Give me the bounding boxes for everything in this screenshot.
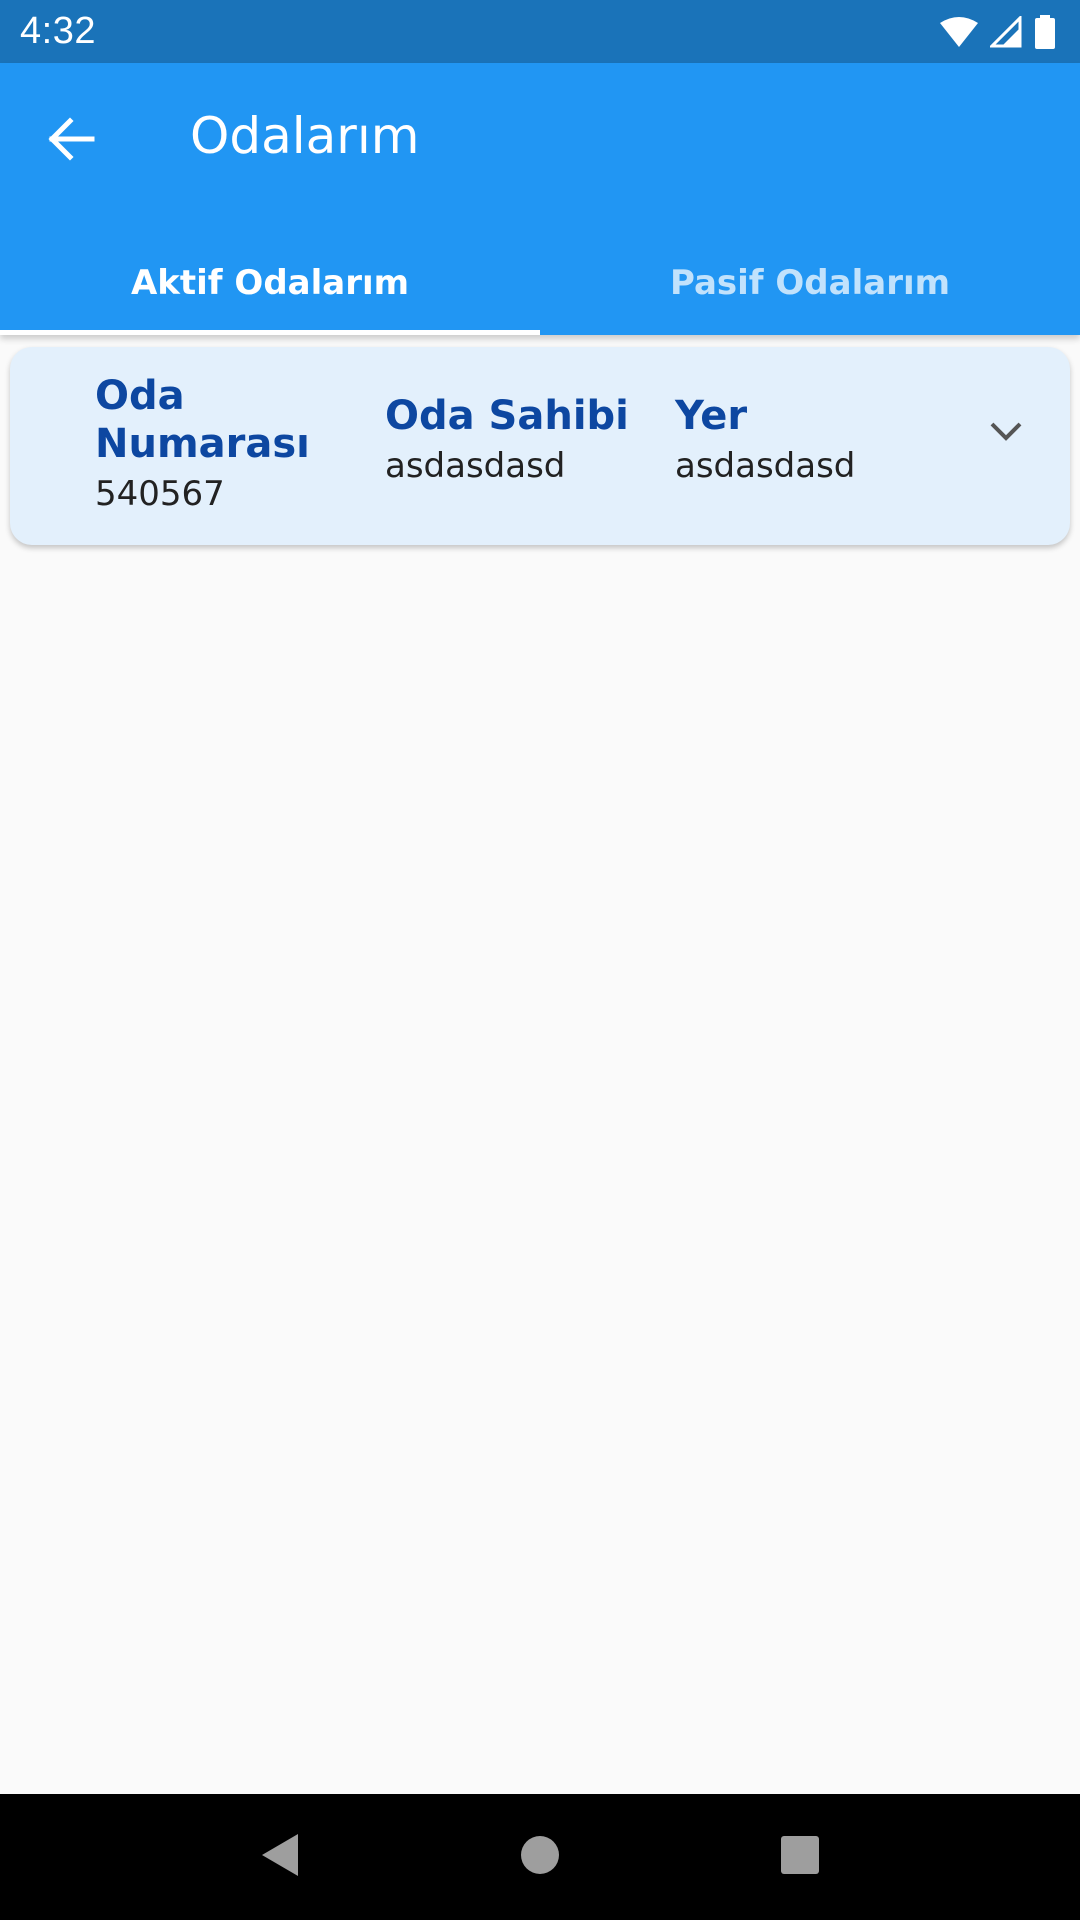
status-time: 4:32 — [20, 10, 96, 52]
home-circle-icon — [520, 1835, 560, 1880]
tab-bar: Aktif Odalarım Pasif Odalarım — [0, 231, 1080, 335]
place-value: asdasdasd — [675, 446, 856, 486]
nav-home-button[interactable] — [500, 1817, 580, 1897]
nav-back-button[interactable] — [240, 1817, 320, 1897]
owner-column: Oda Sahibi asdasdasd — [385, 392, 645, 490]
tab-passive-rooms[interactable]: Pasif Odalarım — [540, 231, 1080, 335]
status-bar: 4:32 — [0, 0, 1080, 63]
back-button[interactable] — [30, 99, 114, 183]
place-column: Yer asdasdasd — [675, 392, 935, 490]
tab-label: Aktif Odalarım — [130, 263, 410, 303]
page-title: Odalarım — [190, 107, 420, 165]
room-number-value: 540567 — [95, 474, 225, 514]
back-triangle-icon — [260, 1832, 300, 1883]
battery-icon — [1034, 14, 1056, 49]
place-label: Yer — [675, 393, 748, 439]
arrow-back-icon — [48, 116, 96, 166]
system-nav-bar — [0, 1794, 1080, 1920]
expand-button[interactable] — [970, 397, 1042, 469]
room-number-label: Oda Numarası — [95, 373, 310, 467]
wifi-icon — [940, 16, 978, 47]
room-number-column: Oda Numarası 540567 — [95, 372, 335, 518]
owner-value: asdasdasd — [385, 446, 566, 486]
app-bar: Odalarım Aktif Odalarım Pasif Odalarım — [0, 63, 1080, 335]
room-card[interactable]: Oda Numarası 540567 Oda Sahibi asdasdasd… — [10, 347, 1070, 545]
status-icons — [940, 14, 1056, 49]
tab-indicator — [0, 330, 540, 335]
nav-recents-button[interactable] — [760, 1817, 840, 1897]
tab-label: Pasif Odalarım — [669, 263, 951, 303]
cell-signal-icon — [990, 15, 1022, 48]
chevron-down-icon — [989, 420, 1023, 447]
recents-square-icon — [780, 1835, 820, 1880]
owner-label: Oda Sahibi — [385, 393, 629, 439]
tab-active-rooms[interactable]: Aktif Odalarım — [0, 231, 540, 335]
